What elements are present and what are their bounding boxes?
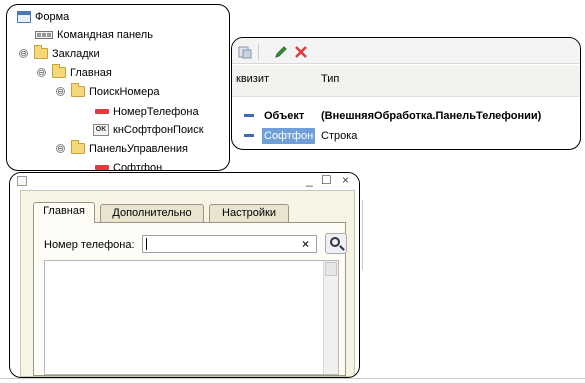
attributes-toolbar xyxy=(232,38,580,64)
field-icon xyxy=(95,165,109,170)
folder-icon xyxy=(52,64,66,78)
form-icon xyxy=(17,10,31,23)
attribute-icon xyxy=(244,114,254,117)
tree-item-label: ПоискНомера xyxy=(89,85,160,98)
tree-item-softphone[interactable]: Софтфон xyxy=(95,159,163,171)
scrollbar-thumb[interactable] xyxy=(325,262,337,276)
command-panel-icon xyxy=(35,30,53,39)
attribute-name: Объект xyxy=(264,110,305,122)
vertical-scrollbar[interactable] xyxy=(323,261,338,374)
attributes-panel: квизит Тип Объект (ВнешняяОбработка.Пане… xyxy=(231,37,581,150)
close-button[interactable]: × xyxy=(342,173,349,187)
collapse-toggle-icon[interactable]: ⊖ xyxy=(56,87,65,96)
tree-item-control-panel[interactable]: ⊖ ПанельУправления xyxy=(56,140,188,157)
folder-icon xyxy=(34,45,48,59)
attribute-type: Строка xyxy=(321,130,358,142)
pencil-icon[interactable] xyxy=(274,45,288,59)
tab-settings[interactable]: Настройки xyxy=(209,204,289,222)
softphone-search-button[interactable] xyxy=(325,233,347,254)
button-icon: OK xyxy=(93,123,109,136)
attribute-row-softphone[interactable]: Софтфон Строка xyxy=(232,126,580,146)
tab-page-main: Номер телефона: × xyxy=(33,222,347,376)
column-header-name[interactable]: квизит xyxy=(236,73,269,85)
collapse-toggle-icon[interactable]: ⊖ xyxy=(56,144,65,153)
tab-additional[interactable]: Дополнительно xyxy=(100,204,204,222)
tree-item-number-search[interactable]: ⊖ ПоискНомера xyxy=(56,83,159,100)
tree-item-tabs[interactable]: ⊖ Закладки xyxy=(19,45,100,62)
tree-item-label: НомерТелефона xyxy=(113,105,199,118)
tree-item-phone-number[interactable]: НомерТелефона xyxy=(95,103,199,120)
tree-item-label: Форма xyxy=(35,10,70,23)
form-body: Главная Дополнительно Настройки Номер те… xyxy=(20,190,355,377)
clear-icon[interactable]: × xyxy=(302,237,309,251)
form-elements-tree: Форма Командная панель ⊖ Закладки ⊖ Глав… xyxy=(6,4,230,171)
tree-item-command-panel[interactable]: Командная панель xyxy=(35,26,153,43)
attributes-header: квизит Тип xyxy=(232,65,580,97)
tree-item-label: кнСофтфонПоиск xyxy=(113,123,204,136)
folder-icon xyxy=(71,83,85,97)
minimize-button[interactable]: _ xyxy=(306,173,313,187)
delete-icon[interactable] xyxy=(294,45,308,59)
window-title-bar: _ ☐ × xyxy=(10,173,359,189)
tree-item-label: Закладки xyxy=(52,47,100,60)
tab-main[interactable]: Главная xyxy=(33,202,95,223)
field-icon xyxy=(95,109,109,114)
window-icon xyxy=(17,176,27,186)
text-caret xyxy=(146,238,147,250)
move-icon[interactable] xyxy=(238,45,252,59)
tree-item-main-page[interactable]: ⊖ Главная xyxy=(37,64,112,81)
tree-item-label: ПанельУправления xyxy=(89,142,188,155)
collapse-toggle-icon[interactable]: ⊖ xyxy=(19,49,28,58)
form-preview-window: _ ☐ × Главная Дополнительно Настройки Но… xyxy=(9,172,360,378)
tree-item-form[interactable]: Форма xyxy=(17,8,69,25)
tree-item-softphone-search-button[interactable]: OK кнСофтфонПоиск xyxy=(93,121,204,138)
column-header-type[interactable]: Тип xyxy=(321,73,339,85)
maximize-button[interactable]: ☐ xyxy=(321,173,332,187)
attribute-row-object[interactable]: Объект (ВнешняяОбработка.ПанельТелефонии… xyxy=(232,106,580,126)
phone-number-label: Номер телефона: xyxy=(44,239,135,251)
tree-item-label: Софтфон xyxy=(113,161,163,171)
attribute-icon xyxy=(244,134,254,137)
folder-icon xyxy=(71,140,85,154)
tree-item-label: Главная xyxy=(70,66,112,79)
attribute-type: (ВнешняяОбработка.ПанельТелефонии) xyxy=(321,110,542,122)
attribute-name: Софтфон xyxy=(262,128,316,144)
tree-item-label: Командная панель xyxy=(57,28,153,41)
softphone-text-area[interactable] xyxy=(44,260,339,375)
collapse-toggle-icon[interactable]: ⊖ xyxy=(37,68,46,77)
phone-number-input[interactable]: × xyxy=(142,235,317,253)
